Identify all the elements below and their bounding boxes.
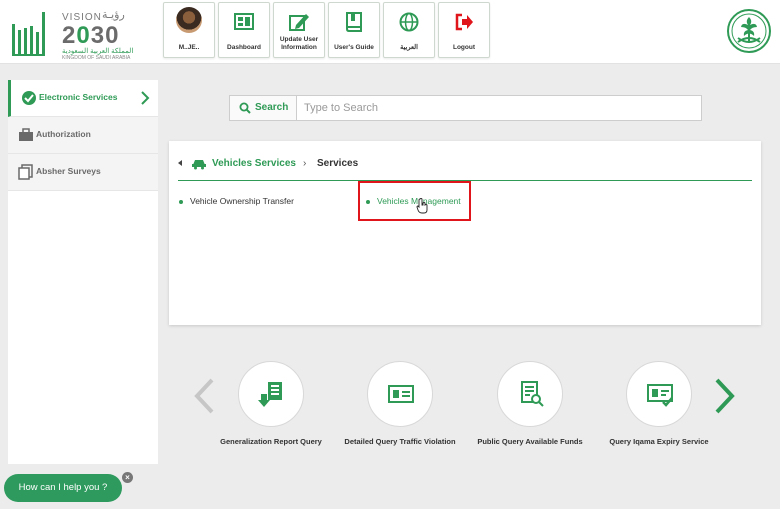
quick-service-detailed-query-traffic-violation[interactable]: Detailed Query Traffic Violation — [335, 361, 465, 451]
quick-service-label: Public Query Available Funds — [477, 437, 583, 446]
user-name-label: M..JE.. — [178, 44, 200, 51]
quick-service-query-iqama-expiry-service[interactable]: Query Iqama Expiry Service — [594, 361, 724, 451]
chat-help-label: How can I help you ? — [18, 482, 108, 493]
user-profile-button[interactable]: M..JE.. — [163, 2, 215, 58]
sidebar-item-authorization[interactable]: Authorization — [8, 117, 158, 154]
car-icon — [192, 160, 206, 170]
document-search-icon — [521, 381, 544, 407]
bullet — [179, 199, 183, 204]
search-button[interactable]: Search — [230, 96, 297, 120]
highlight-box — [358, 181, 471, 221]
kingdom-text: KINGDOM OF SAUDI ARABIA — [62, 55, 131, 61]
quick-service-generalization-report-query[interactable]: Generalization Report Query — [206, 361, 336, 451]
sidebar: Electronic Services Authorization Absher… — [8, 80, 158, 464]
header: VISION رؤيـة 2030 المملكة العربية السعود… — [0, 0, 780, 64]
services-icon — [22, 91, 36, 105]
carousel-next-arrow-icon[interactable] — [713, 378, 737, 414]
vision-arabic-text: رؤيـة — [102, 9, 125, 21]
sidebar-item-label: Authorization — [36, 129, 91, 139]
search-button-label: Search — [255, 102, 289, 113]
breadcrumb-current: Services — [317, 158, 359, 169]
edit-icon — [289, 14, 309, 31]
briefcase-icon — [19, 128, 33, 141]
back-arrow-icon[interactable] — [178, 160, 182, 166]
logout-label: Logout — [452, 44, 476, 51]
dashboard-label: Dashboard — [227, 44, 261, 51]
search-icon — [239, 102, 251, 114]
breadcrumb: Vehicles Services › Services — [169, 141, 761, 181]
sidebar-item-absher-surveys[interactable]: Absher Surveys — [8, 154, 158, 191]
sidebar-item-label: Absher Surveys — [36, 166, 101, 176]
documents-icon — [18, 164, 33, 180]
quick-service-circle — [367, 361, 433, 427]
avatar — [176, 7, 202, 33]
logout-icon — [455, 13, 473, 31]
quick-service-circle — [497, 361, 563, 427]
update-user-information-button[interactable]: Update User Information — [273, 2, 325, 58]
logout-button[interactable]: Logout — [438, 2, 490, 58]
vision-pillars-icon — [12, 12, 45, 56]
quick-service-label: Detailed Query Traffic Violation — [344, 437, 456, 446]
users-guide-label: User's Guide — [334, 44, 374, 51]
quick-service-label: Generalization Report Query — [220, 437, 322, 446]
book-icon — [346, 12, 362, 32]
services-card: Vehicles Services › Services Vehicle Own… — [169, 141, 761, 325]
id-check-icon — [647, 384, 673, 407]
quick-service-label: Query Iqama Expiry Service — [609, 437, 709, 446]
id-card-icon — [388, 385, 414, 403]
vision-2030-logo: VISION رؤيـة 2030 المملكة العربية السعود… — [10, 4, 160, 61]
update-user-information-label: Update User Information — [279, 36, 319, 51]
sidebar-item-label: Electronic Services — [39, 92, 118, 102]
quick-service-circle — [626, 361, 692, 427]
hand-cursor-icon — [416, 198, 428, 214]
users-guide-button[interactable]: User's Guide — [328, 2, 380, 58]
sidebar-item-electronic-services[interactable]: Electronic Services — [8, 80, 158, 117]
saudi-emblem-icon — [727, 9, 771, 53]
breadcrumb-separator: › — [303, 158, 307, 169]
search-input[interactable] — [298, 96, 701, 120]
chat-help-button[interactable]: How can I help you ? — [4, 474, 122, 502]
report-icon — [258, 382, 282, 407]
quick-service-public-query-available-funds[interactable]: Public Query Available Funds — [465, 361, 595, 451]
service-link-vehicle-ownership-transfer[interactable]: Vehicle Ownership Transfer — [179, 196, 294, 206]
search-bar: Search — [229, 95, 702, 121]
globe-icon — [399, 12, 419, 32]
chat-close-icon[interactable]: × — [122, 472, 133, 483]
arabic-language-button[interactable]: العربية — [383, 2, 435, 58]
kingdom-arabic-text: المملكة العربية السعودية — [62, 48, 134, 55]
arabic-language-label: العربية — [400, 44, 418, 51]
breadcrumb-vehicles-services[interactable]: Vehicles Services — [212, 158, 296, 169]
chevron-right-icon — [141, 91, 150, 105]
dashboard-button[interactable]: Dashboard — [218, 2, 270, 58]
year-text: 2030 — [62, 22, 120, 49]
dashboard-icon — [234, 13, 254, 30]
quick-service-circle — [238, 361, 304, 427]
